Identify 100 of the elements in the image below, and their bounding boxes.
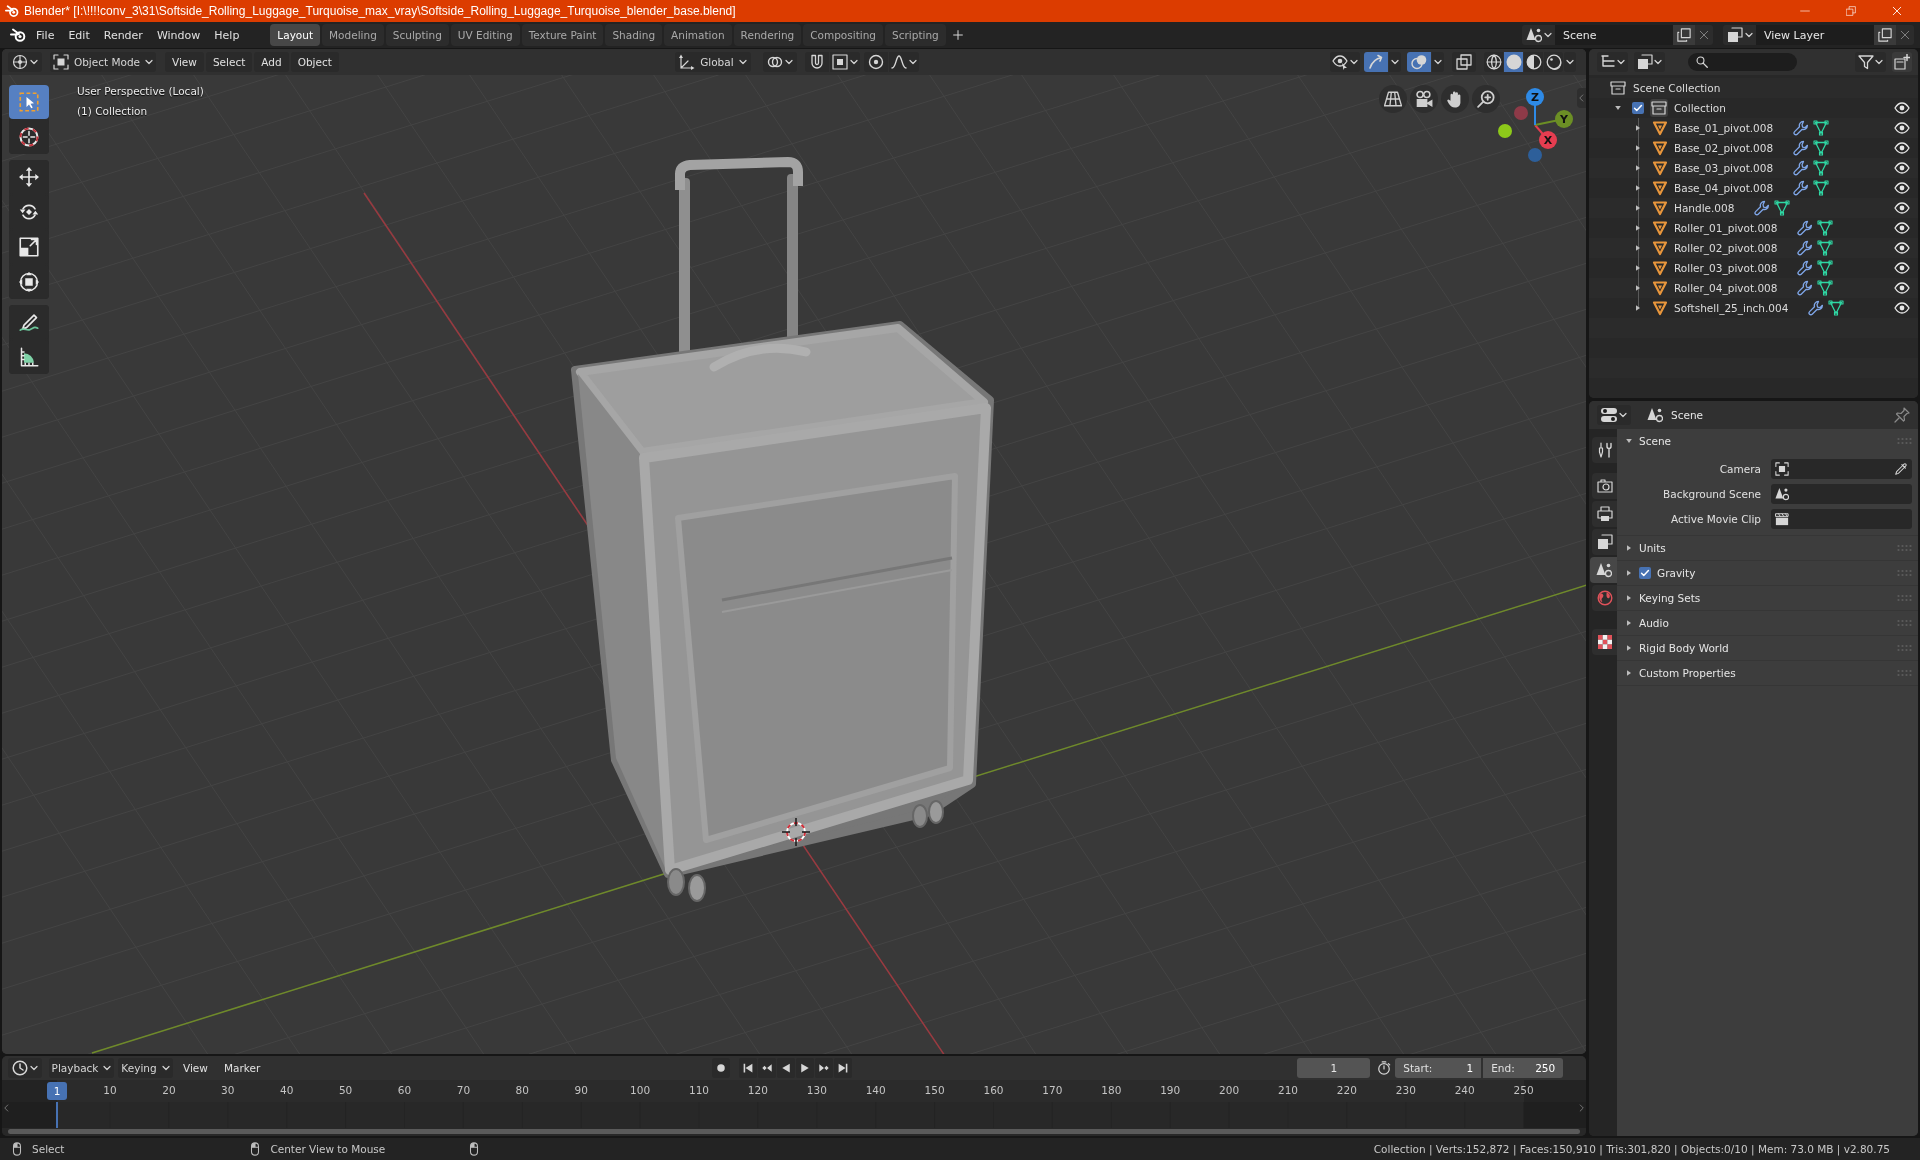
visibility-dropdown[interactable] xyxy=(1330,52,1360,72)
eye-icon[interactable] xyxy=(1894,260,1910,276)
pan-view-button[interactable] xyxy=(1441,85,1469,113)
panel-title[interactable]: Scene xyxy=(1639,435,1671,447)
scene-name-field[interactable]: Scene xyxy=(1555,25,1673,45)
orientation-dropdown[interactable]: Global xyxy=(674,52,751,72)
falloff-dropdown[interactable] xyxy=(888,52,919,72)
workspace-tab[interactable]: Compositing xyxy=(803,24,884,46)
new-scene-button[interactable] xyxy=(1673,25,1695,45)
texture-tab[interactable] xyxy=(1592,629,1617,655)
material-shading-button[interactable] xyxy=(1524,52,1543,72)
snap-target-dropdown[interactable] xyxy=(829,52,860,72)
eye-icon[interactable] xyxy=(1894,200,1910,216)
eye-icon[interactable] xyxy=(1894,180,1910,196)
overlays-toggle[interactable] xyxy=(1407,52,1431,72)
editor-type-button[interactable] xyxy=(8,52,42,72)
gizmo-dropdown[interactable] xyxy=(1389,52,1401,72)
negative-x-axis-handle[interactable] xyxy=(1514,106,1528,120)
filter-dropdown[interactable] xyxy=(1855,52,1886,72)
panel-title[interactable]: Keying Sets xyxy=(1639,592,1701,604)
expand-arrow-icon[interactable] xyxy=(1625,544,1633,552)
expand-arrow-icon[interactable] xyxy=(1634,204,1642,212)
tool-tab[interactable] xyxy=(1592,437,1617,463)
panel-title[interactable]: Rigid Body World xyxy=(1639,642,1729,654)
workspace-tab[interactable]: Rendering xyxy=(733,24,802,46)
scene-tab[interactable] xyxy=(1590,557,1617,583)
workspace-tab[interactable]: Scripting xyxy=(885,24,946,46)
panel-title[interactable]: Audio xyxy=(1639,617,1669,629)
3d-viewport[interactable]: User Perspective (Local) (1) Collection X Y Z xyxy=(2,75,1586,1054)
expand-arrow-icon[interactable] xyxy=(1634,224,1642,232)
output-tab[interactable] xyxy=(1592,501,1617,527)
previous-keyframe-button[interactable] xyxy=(758,1058,777,1078)
expand-arrow-icon[interactable] xyxy=(1625,669,1633,677)
frame-ruler[interactable]: 1 10 20 30 40 50 60 70 80 90 100 110 120 130 140 150 160 170 180 190 200 210 220 230 240 250 xyxy=(2,1080,1586,1102)
panel-title[interactable]: Units xyxy=(1639,542,1666,554)
object-name[interactable]: Base_01_pivot.008 xyxy=(1674,122,1774,134)
object-name[interactable]: Roller_03_pivot.008 xyxy=(1674,262,1778,274)
object-name[interactable]: Base_03_pivot.008 xyxy=(1674,162,1774,174)
overlays-dropdown[interactable] xyxy=(1432,52,1444,72)
expand-arrow-icon[interactable] xyxy=(1625,619,1633,627)
menu-item[interactable]: Marker xyxy=(217,1058,267,1078)
scrollbar[interactable] xyxy=(8,1129,1580,1134)
eye-icon[interactable] xyxy=(1894,100,1910,116)
play-reverse-button[interactable] xyxy=(777,1058,796,1078)
expand-arrow-icon[interactable] xyxy=(1634,304,1642,312)
object-name[interactable]: Base_02_pivot.008 xyxy=(1674,142,1774,154)
panel-title[interactable]: Custom Properties xyxy=(1639,667,1736,679)
expand-arrow-icon[interactable] xyxy=(1634,284,1642,292)
expand-arrow-icon[interactable] xyxy=(1625,594,1633,602)
suitcase-drawing[interactable] xyxy=(571,157,994,902)
start-frame-value[interactable]: 1 xyxy=(1466,1062,1474,1074)
shading-dropdown[interactable] xyxy=(1564,52,1576,72)
mode-dropdown[interactable]: Object Mode xyxy=(50,52,156,72)
workspace-tab[interactable]: Sculpting xyxy=(385,24,449,46)
next-keyframe-button[interactable] xyxy=(815,1058,834,1078)
object-name[interactable]: Base_04_pivot.008 xyxy=(1674,182,1774,194)
new-collection-button[interactable] xyxy=(1892,52,1912,72)
current-frame-field[interactable]: 1 xyxy=(1297,1058,1371,1078)
remove-scene-button[interactable] xyxy=(1695,25,1713,45)
panel-checkbox[interactable] xyxy=(1639,567,1651,579)
menu-item[interactable]: Edit xyxy=(61,24,97,46)
expand-arrow-icon[interactable] xyxy=(1634,184,1642,192)
jump-to-end-button[interactable] xyxy=(834,1058,853,1078)
view-layer-name-field[interactable]: View Layer xyxy=(1756,25,1874,45)
object-name[interactable]: Softshell_25_inch.004 xyxy=(1674,302,1789,314)
play-button[interactable] xyxy=(796,1058,815,1078)
object-name[interactable]: Handle.008 xyxy=(1674,202,1735,214)
display-mode-dropdown[interactable] xyxy=(1597,52,1628,72)
eye-icon[interactable] xyxy=(1894,140,1910,156)
object-name[interactable]: Roller_04_pivot.008 xyxy=(1674,282,1778,294)
object-name[interactable]: Roller_01_pivot.008 xyxy=(1674,222,1778,234)
eye-icon[interactable] xyxy=(1894,220,1910,236)
menu-item[interactable]: Window xyxy=(149,24,208,46)
proportional-editing-toggle[interactable] xyxy=(863,52,888,72)
rendered-shading-button[interactable] xyxy=(1544,52,1563,72)
workspace-tab[interactable]: Modeling xyxy=(322,24,384,46)
new-view-layer-button[interactable] xyxy=(1874,25,1896,45)
menu-item[interactable]: Select xyxy=(205,52,253,72)
panel-title[interactable]: Gravity xyxy=(1657,567,1696,579)
y-axis-handle[interactable]: Y xyxy=(1534,110,1573,128)
scene-field[interactable] xyxy=(1771,484,1912,504)
workspace-tab[interactable]: Animation xyxy=(664,24,732,46)
menu-item[interactable]: Add xyxy=(254,52,289,72)
eye-icon[interactable] xyxy=(1894,160,1910,176)
editor-type-button[interactable] xyxy=(8,1058,42,1078)
collection-name[interactable]: Collection xyxy=(1674,102,1726,114)
menu-dropdown[interactable]: Keying xyxy=(118,1058,173,1078)
eye-icon[interactable] xyxy=(1894,240,1910,256)
expand-arrow-icon[interactable] xyxy=(1625,437,1633,445)
workspace-tab[interactable]: Texture Paint xyxy=(521,24,604,46)
view-layer-filter-dropdown[interactable] xyxy=(1634,52,1665,72)
eye-icon[interactable] xyxy=(1894,300,1910,316)
record-button[interactable] xyxy=(712,1058,731,1078)
chevron-left-icon[interactable] xyxy=(3,1103,10,1113)
remove-view-layer-button[interactable] xyxy=(1896,25,1914,45)
perspective-toggle-button[interactable] xyxy=(1379,85,1407,113)
menu-item[interactable]: Render xyxy=(96,24,150,46)
search-field[interactable] xyxy=(1688,53,1797,71)
view-layer-tab[interactable] xyxy=(1592,529,1617,555)
view-layer-browse-button[interactable] xyxy=(1723,25,1756,45)
